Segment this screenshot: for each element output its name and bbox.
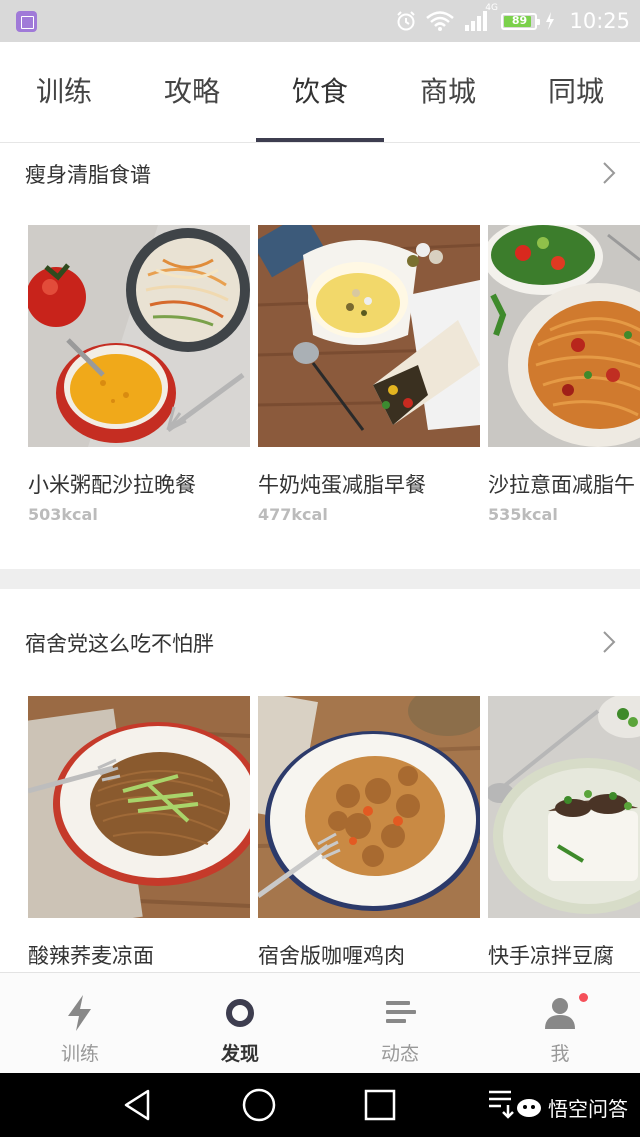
- recipe-title: 宿舍版咖喱鸡肉: [258, 944, 405, 968]
- system-nav-bar: 悟空问答: [0, 1073, 640, 1137]
- watermark: 悟空问答: [516, 1093, 628, 1122]
- recipe-calories: 535kcal: [488, 505, 558, 524]
- notification-badge: [579, 993, 588, 1002]
- app-notification-icon: [16, 11, 37, 32]
- recipe-image: [488, 225, 640, 447]
- recipe-card-cold-tofu[interactable]: 快手凉拌豆腐: [488, 696, 640, 972]
- nav-me[interactable]: 我: [480, 973, 640, 1074]
- signal-icon: [465, 11, 488, 31]
- nav-feed[interactable]: 动态: [320, 973, 480, 1074]
- recipe-calories: 477kcal: [258, 505, 328, 524]
- battery-icon: 89: [501, 12, 541, 30]
- ring-icon: [226, 999, 254, 1027]
- bottom-nav: 训练 发现 动态 我: [0, 972, 640, 1073]
- recipe-image: [258, 225, 480, 447]
- recipe-image: [28, 696, 250, 918]
- wifi-icon: [426, 11, 455, 31]
- nav-label: 我: [550, 1043, 570, 1065]
- recipe-calories: 503kcal: [28, 505, 98, 524]
- tab-diet[interactable]: 饮食: [256, 42, 384, 143]
- top-tab-bar: 训练 攻略 饮食 商城 同城: [0, 42, 640, 143]
- section-divider: [0, 569, 640, 589]
- recipe-card-buckwheat-noodles[interactable]: 酸辣荞麦凉面: [28, 696, 250, 972]
- watermark-text: 悟空问答: [548, 1097, 628, 1121]
- recipe-title: 酸辣荞麦凉面: [28, 944, 154, 968]
- alarm-icon: [397, 11, 416, 31]
- recipe-title: 小米粥配沙拉晚餐: [28, 473, 196, 497]
- section-header-dorm-meals[interactable]: 宿舍党这么吃不怕胖: [0, 612, 640, 674]
- tab-local[interactable]: 同城: [512, 42, 640, 143]
- feed-lines-icon: [386, 1001, 416, 1023]
- nav-label: 发现: [220, 1043, 259, 1065]
- battery-percent: 89: [511, 13, 528, 27]
- nav-label: 训练: [60, 1043, 99, 1065]
- section-title: 宿舍党这么吃不怕胖: [25, 632, 214, 656]
- recipe-card-curry-chicken[interactable]: 宿舍版咖喱鸡肉: [258, 696, 480, 972]
- section-title: 瘦身清脂食谱: [25, 163, 151, 187]
- lightning-icon: [68, 995, 91, 1031]
- nav-label: 动态: [380, 1043, 419, 1065]
- recipe-card-salad-pasta[interactable]: 沙拉意面减脂午 535kcal: [488, 225, 640, 525]
- recipe-image: [28, 225, 250, 447]
- nav-discover[interactable]: 发现: [160, 973, 320, 1074]
- recipe-title: 沙拉意面减脂午: [488, 473, 635, 497]
- status-bar: 4G 89 10:25: [0, 0, 640, 42]
- chevron-right-icon[interactable]: [602, 630, 616, 654]
- recipe-image: [258, 696, 480, 918]
- home-icon[interactable]: [241, 1087, 277, 1123]
- chevron-right-icon[interactable]: [602, 161, 616, 185]
- recipe-image: [488, 696, 640, 918]
- active-tab-indicator: [256, 138, 384, 142]
- recipe-card-milk-egg[interactable]: 牛奶炖蛋减脂早餐 477kcal: [258, 225, 480, 525]
- person-icon: [545, 998, 575, 1029]
- recipe-title: 快手凉拌豆腐: [488, 944, 614, 968]
- recents-icon[interactable]: [362, 1087, 398, 1123]
- clock: 10:25: [569, 9, 630, 33]
- tab-guides[interactable]: 攻略: [128, 42, 256, 143]
- back-icon[interactable]: [120, 1087, 156, 1123]
- notification-pulldown-icon[interactable]: [484, 1085, 520, 1121]
- tab-mall[interactable]: 商城: [384, 42, 512, 143]
- charging-icon: [546, 12, 555, 30]
- recipe-card-millet-porridge[interactable]: 小米粥配沙拉晚餐 503kcal: [28, 225, 250, 525]
- nav-training[interactable]: 训练: [0, 973, 160, 1074]
- tab-training[interactable]: 训练: [0, 42, 128, 143]
- status-icons: 89 10:25: [395, 7, 630, 35]
- wukong-logo-icon: [517, 1098, 541, 1117]
- section-header-slim-recipes[interactable]: 瘦身清脂食谱: [0, 143, 640, 205]
- recipe-title: 牛奶炖蛋减脂早餐: [258, 473, 426, 497]
